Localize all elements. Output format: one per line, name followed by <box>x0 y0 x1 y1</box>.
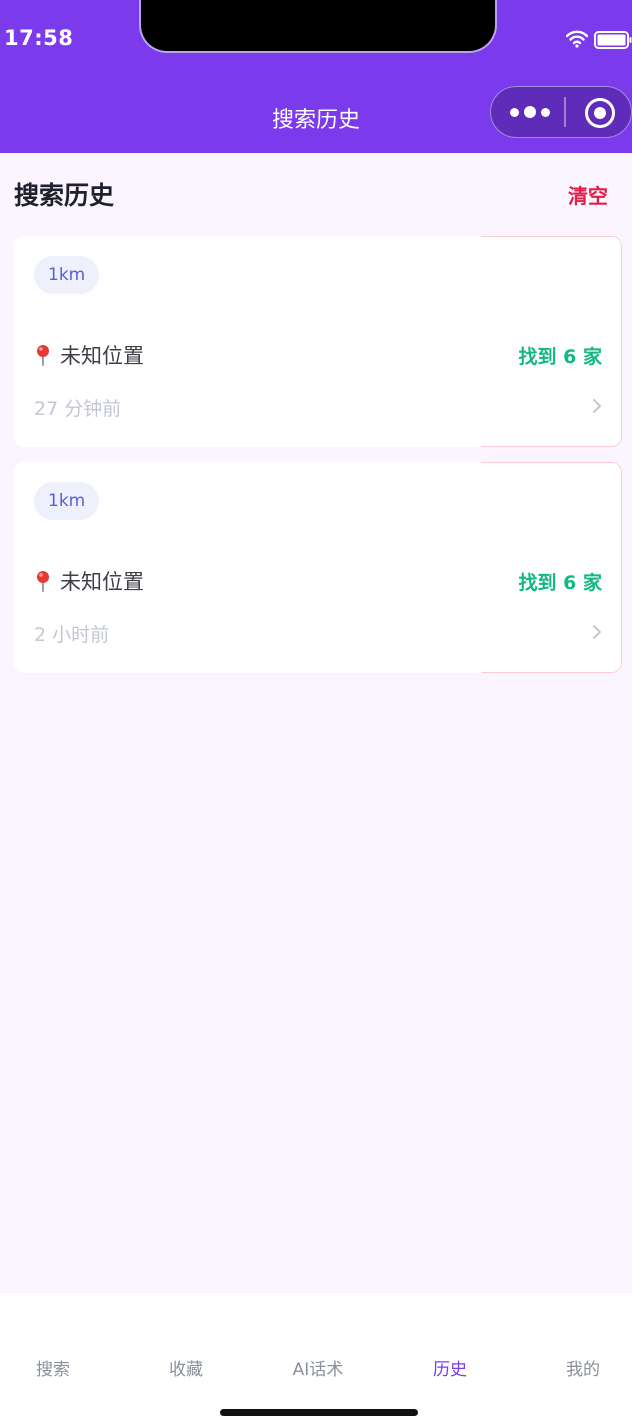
wifi-icon <box>566 30 588 48</box>
chevron-right-icon <box>593 625 601 639</box>
device-notch <box>139 0 497 53</box>
chevron-right-icon <box>593 399 601 413</box>
close-miniprogram-icon[interactable] <box>585 98 615 128</box>
location-pin-icon <box>37 345 49 366</box>
found-count: 找到 6 家 <box>518 346 602 368</box>
bottom-tab-bar: 搜索 收藏 AI话术 历史 我的 <box>0 1293 632 1418</box>
tab-favorites[interactable]: 收藏 <box>123 1355 249 1380</box>
home-indicator <box>220 1409 418 1416</box>
radius-tag: 1km <box>34 482 100 520</box>
found-count: 找到 6 家 <box>518 572 602 594</box>
location-pin-icon <box>37 571 49 592</box>
top-nav-bar: 17:58 搜索历史 <box>0 0 632 153</box>
location-label: 未知位置 <box>60 570 144 594</box>
battery-icon <box>594 31 632 49</box>
search-time: 2 小时前 <box>34 624 110 646</box>
history-card[interactable]: 1km 未知位置 找到 6 家 2 小时前 <box>14 462 622 673</box>
location-row: 未知位置 <box>36 340 144 370</box>
location-row: 未知位置 <box>36 566 144 596</box>
status-time: 17:58 <box>4 26 74 50</box>
search-time: 27 分钟前 <box>34 398 122 420</box>
history-card[interactable]: 1km 未知位置 找到 6 家 27 分钟前 <box>14 236 622 447</box>
more-icon[interactable] <box>505 100 555 124</box>
screen: 17:58 搜索历史 搜索历史 清空 1km 未知位置 找到 6 家 27 分钟… <box>0 0 632 1418</box>
page-title: 搜索历史 <box>14 181 115 210</box>
radius-tag: 1km <box>34 256 100 294</box>
tab-history[interactable]: 历史 <box>387 1355 513 1380</box>
tab-search[interactable]: 搜索 <box>0 1355 116 1380</box>
clear-history-button[interactable]: 清空 <box>568 180 608 209</box>
tab-ai-scripts[interactable]: AI话术 <box>255 1355 381 1380</box>
tab-mine[interactable]: 我的 <box>520 1355 632 1380</box>
capsule-divider <box>564 97 566 127</box>
miniprogram-capsule <box>490 86 632 138</box>
location-label: 未知位置 <box>60 344 144 368</box>
